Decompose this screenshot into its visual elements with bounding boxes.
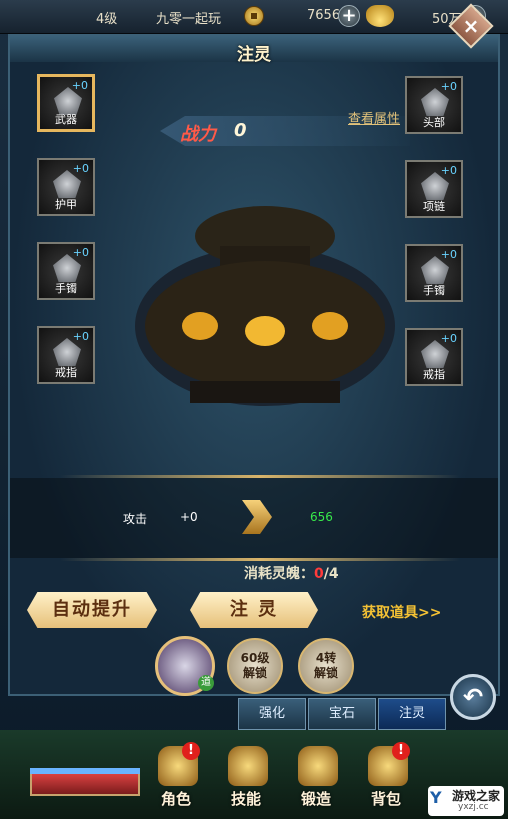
lv60-unlock-slot[interactable]: 60级 解锁 <box>227 638 283 694</box>
tab-inject[interactable]: 注灵 <box>378 698 446 730</box>
get-items-link[interactable]: 获取道具>> <box>362 602 441 622</box>
close-icon: × <box>462 14 480 38</box>
power-value: 0 <box>234 120 247 141</box>
forge-icon <box>298 746 338 786</box>
alert-badge: ! <box>182 742 200 760</box>
lock-line-1: 60级 <box>240 651 270 665</box>
tab-strengthen[interactable]: 强化 <box>238 698 306 730</box>
nav-label: 锻造 <box>300 790 331 808</box>
slot-plus: +0 <box>71 79 88 92</box>
turn4-unlock-slot[interactable]: 4转 解锁 <box>298 638 354 694</box>
divider <box>60 558 460 561</box>
copper-coin-icon <box>244 6 264 26</box>
slot-plus: +0 <box>440 80 457 93</box>
coin-amount: 7656 <box>307 8 341 23</box>
gold-ingot-icon <box>366 5 394 27</box>
site-watermark: Y 游戏之家 yxzj.cc <box>428 786 504 816</box>
slot-ring-left[interactable]: +0 戒指 <box>37 326 95 384</box>
slot-label: 头部 <box>423 116 445 129</box>
slot-plus: +0 <box>440 332 457 345</box>
nav-character[interactable]: ! 角色 <box>146 742 206 814</box>
slot-plus: +0 <box>72 330 89 343</box>
slot-label: 手镯 <box>423 284 445 297</box>
view-attributes-link[interactable]: 查看属性 <box>348 108 400 127</box>
slot-necklace[interactable]: +0 项链 <box>405 160 463 218</box>
tab-gem[interactable]: 宝石 <box>308 698 376 730</box>
slot-plus: +0 <box>72 246 89 259</box>
watermark-logo-icon: Y <box>430 788 442 807</box>
add-coins-button[interactable]: + <box>338 5 360 27</box>
inject-button[interactable]: 注 灵 <box>190 592 318 628</box>
lock-line-2: 解锁 <box>313 666 338 680</box>
avatar[interactable]: 道 <box>155 636 215 696</box>
skills-icon <box>228 746 268 786</box>
slot-ring-right[interactable]: +0 戒指 <box>405 328 463 386</box>
panel-title-bar: 注灵 <box>10 36 498 65</box>
consume-need: /4 <box>323 566 339 582</box>
nav-label: 角色 <box>160 790 191 808</box>
lock-line-1: 4转 <box>315 651 337 665</box>
auto-upgrade-button[interactable]: 自动提升 <box>27 592 157 628</box>
slot-weapon[interactable]: +0 武器 <box>37 74 95 132</box>
game-screen: 4级 九零一起玩 7656 + 50万 + 注灵 战力 0 查看属性 <box>0 0 508 819</box>
panel-title: 注灵 <box>237 45 271 65</box>
consume-have: 0 <box>314 566 324 582</box>
nav-label: 背包 <box>370 790 401 808</box>
slot-head[interactable]: +0 头部 <box>405 76 463 134</box>
tab-bar: 强化 宝石 注灵 <box>238 698 448 730</box>
alert-badge: ! <box>392 742 410 760</box>
slot-label: 戒指 <box>55 366 77 379</box>
stat-name: 攻击 <box>123 512 148 526</box>
nav-bag[interactable]: ! 背包 <box>356 742 416 814</box>
stat-next: 656 <box>310 510 333 524</box>
consume-soul-text: 消耗灵魄：0/4 <box>244 563 339 583</box>
cauldron-image <box>135 206 395 406</box>
watermark-url: yxzj.cc <box>458 802 489 812</box>
player-name: 九零一起玩 <box>156 12 222 27</box>
nav-label: 技能 <box>230 790 261 808</box>
slot-armor[interactable]: +0 护甲 <box>37 158 95 216</box>
slot-label: 手镯 <box>55 282 77 295</box>
slot-plus: +0 <box>440 164 457 177</box>
slot-label: 项链 <box>423 200 445 213</box>
back-button[interactable]: ↶ <box>450 674 496 720</box>
slot-label: 武器 <box>55 113 77 126</box>
lock-line-2: 解锁 <box>242 666 267 680</box>
top-status-bar: 4级 九零一起玩 7656 + 50万 + <box>0 0 508 34</box>
mp-bar <box>30 768 140 774</box>
slot-plus: +0 <box>72 162 89 175</box>
stat-current: +0 <box>180 510 198 524</box>
slot-label: 戒指 <box>423 368 445 381</box>
back-arrow-icon: ↶ <box>462 683 484 711</box>
power-label: 战力 <box>180 124 216 145</box>
class-badge: 道 <box>198 675 214 691</box>
nav-forge[interactable]: 锻造 <box>286 742 346 814</box>
slot-label: 护甲 <box>55 198 77 211</box>
slot-plus: +0 <box>440 248 457 261</box>
nav-skills[interactable]: 技能 <box>216 742 276 814</box>
slot-bracelet-right[interactable]: +0 手镯 <box>405 244 463 302</box>
player-level: 4级 <box>96 12 118 27</box>
consume-label: 消耗灵魄： <box>244 566 314 582</box>
slot-bracelet-left[interactable]: +0 手镯 <box>37 242 95 300</box>
